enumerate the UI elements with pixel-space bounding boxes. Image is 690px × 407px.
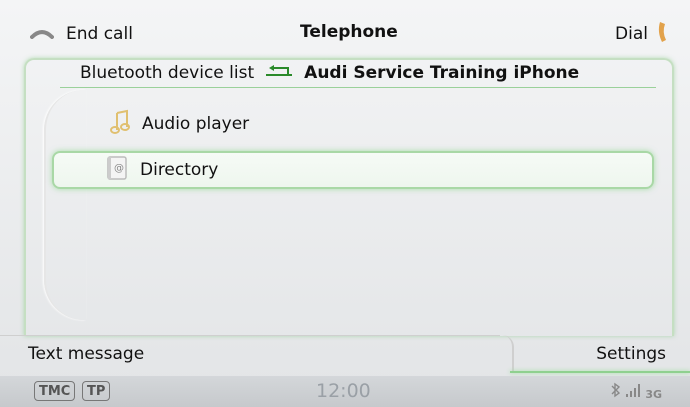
text-message-tab[interactable]: Text message (28, 344, 144, 364)
scroll-arc (44, 90, 86, 320)
breadcrumb-divider (60, 87, 656, 88)
music-note-icon (110, 109, 130, 140)
device-name: Audi Service Training iPhone (304, 63, 580, 83)
svg-text:@: @ (114, 163, 124, 174)
breadcrumb[interactable]: Bluetooth device list Audi Service Train… (80, 63, 579, 83)
dial-button[interactable]: Dial (615, 20, 670, 49)
tp-badge: TP (82, 381, 111, 401)
status-icons: 3G (610, 382, 662, 401)
tab-divider-curve (492, 335, 514, 373)
signal-strength-icon (625, 382, 643, 401)
address-book-icon: @ (106, 155, 128, 186)
top-bar: End call Telephone Dial (0, 0, 690, 52)
phone-icon (656, 20, 670, 49)
network-type: 3G (645, 388, 662, 401)
main-panel (24, 58, 674, 336)
end-call-button[interactable]: End call (30, 22, 133, 46)
list-item-label: Directory (140, 160, 219, 180)
list-item-directory[interactable]: @ Directory (52, 151, 654, 189)
end-call-label: End call (66, 24, 133, 44)
bluetooth-icon (610, 382, 622, 401)
status-bar: TMC TP 12:00 3G (0, 376, 690, 407)
dial-label: Dial (615, 24, 648, 44)
back-arrow-icon (264, 63, 294, 83)
end-call-icon (30, 24, 54, 44)
bluetooth-device-list-link[interactable]: Bluetooth device list (80, 63, 254, 83)
page-title: Telephone (300, 22, 398, 42)
list-item-audio-player[interactable]: Audio player (110, 107, 249, 141)
tmc-badge: TMC (34, 381, 76, 401)
settings-tab[interactable]: Settings (596, 344, 666, 364)
tab-divider-left (0, 335, 500, 336)
clock: 12:00 (316, 380, 371, 402)
list-item-label: Audio player (142, 114, 250, 134)
tab-divider-right (510, 371, 690, 373)
telephone-screen: End call Telephone Dial Bluetooth device… (0, 0, 690, 407)
